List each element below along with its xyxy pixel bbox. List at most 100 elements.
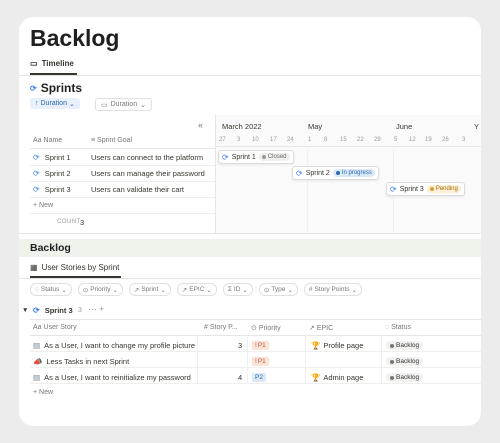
status-dot: [429, 187, 434, 191]
status-badge: Closed: [258, 153, 290, 161]
filter-label: Status: [40, 286, 60, 293]
column-divider: [247, 335, 248, 383]
column-priority-header[interactable]: ⊙ Priority: [251, 324, 281, 332]
arrow-up-icon: ↑: [35, 100, 39, 107]
group-count: 3: [78, 307, 82, 314]
story-row-3-epic[interactable]: 🏆 Admin page: [311, 373, 363, 382]
tick: 10: [252, 137, 259, 143]
tick: 12: [409, 137, 416, 143]
column-name-header[interactable]: Aa Name: [33, 137, 62, 144]
status-badge: Pending: [426, 185, 461, 193]
row-divider: [30, 383, 481, 384]
sprint-name: Sprint 1: [44, 153, 71, 162]
trophy-icon: 🏆: [311, 341, 321, 350]
story-row-2-priority[interactable]: ! P1: [252, 357, 269, 366]
page-title: Backlog: [30, 25, 120, 51]
story-row-1-status[interactable]: Backlog: [386, 341, 424, 350]
timeline-duration-label: Duration: [110, 101, 138, 108]
sprint-name: Sprint 3: [44, 185, 71, 194]
story-row-1-epic[interactable]: 🏆 Profile page: [311, 341, 363, 350]
story-row-3-priority[interactable]: P2: [252, 373, 266, 382]
plus-icon: +: [33, 389, 38, 396]
story-row-1-points[interactable]: 3: [238, 341, 242, 350]
column-goal-label: Sprint Goal: [97, 137, 133, 144]
filter-label: EPIC: [189, 286, 205, 293]
new-label: New: [39, 389, 54, 396]
chevron-down-icon: ⌄: [112, 286, 118, 294]
sprint-1-bar[interactable]: ⟳ Sprint 1 Closed: [218, 150, 294, 164]
group-name: Sprint 3: [44, 306, 73, 315]
text-type-icon: Aa: [33, 324, 42, 331]
section-divider: [19, 233, 481, 234]
hash-icon: #: [204, 324, 208, 331]
filter-priority[interactable]: ⊙ Priority ⌄: [77, 283, 123, 296]
sprint-cycle-icon: ⟳: [33, 153, 40, 162]
sprint-row-3-name[interactable]: ⟳ Sprint 3: [33, 185, 71, 194]
column-divider: [381, 335, 382, 383]
column-label: Status: [391, 324, 411, 331]
sprints-heading: ⟳ Sprints: [30, 81, 82, 95]
sprint-2-bar[interactable]: ⟳ Sprint 2 In progress: [292, 166, 379, 180]
filter-label: Priority: [90, 286, 111, 293]
sprint-3-bar[interactable]: ⟳ Sprint 3 Pending: [386, 182, 465, 196]
group-toggle-icon[interactable]: ▼: [22, 307, 28, 314]
filter-story-points[interactable]: # Story Points ⌄: [303, 283, 362, 296]
column-goal-header[interactable]: ≡ Sprint Goal: [91, 137, 132, 144]
tab-user-stories-by-sprint[interactable]: ▦ User Stories by Sprint: [30, 263, 119, 272]
status-text: Closed: [267, 154, 287, 160]
tick: 3: [237, 137, 241, 143]
column-status-header[interactable]: ◌ Status: [385, 324, 411, 331]
sprint-row-2-goal[interactable]: Users can manage their password: [91, 169, 205, 178]
story-row-1-priority[interactable]: ! P1: [252, 341, 269, 350]
column-label: User Story: [43, 324, 77, 331]
column-label: Priority: [258, 325, 281, 332]
column-user-story-header[interactable]: Aa User Story: [33, 324, 77, 331]
filter-bar: ◌ Status ⌄ ⊙ Priority ⌄ ↗ Sprint ⌄ ↗ EPIC ⌄ Σ ID ⌄…: [30, 283, 362, 296]
group-header-sprint-3[interactable]: ⟳ Sprint 3: [33, 306, 73, 315]
month-next: Y: [474, 122, 480, 131]
story-row-3-title[interactable]: ▤ As a User, I want to reinitialize my pa…: [33, 373, 191, 382]
sprint-row-1-goal[interactable]: Users can connect to the platform: [91, 153, 203, 162]
sprint-cycle-icon: ⟳: [33, 306, 40, 315]
filter-label: ID: [233, 286, 241, 293]
column-epic-header[interactable]: ↗ EPIC: [309, 324, 333, 332]
tick: 26: [442, 137, 449, 143]
group-add-icon[interactable]: +: [99, 304, 104, 314]
new-story-button[interactable]: + New: [33, 389, 53, 396]
sprint-row-1-name[interactable]: ⟳ Sprint 1: [33, 153, 71, 162]
chevron-down-icon: ⌄: [351, 286, 357, 294]
column-story-points-header[interactable]: # Story P...: [204, 324, 238, 331]
timeline-duration-pill[interactable]: ▭ Duration ⌄: [95, 98, 152, 111]
table-header-divider: [30, 148, 215, 149]
backlog-heading-band: [19, 239, 481, 257]
filter-id[interactable]: Σ ID ⌄: [222, 283, 253, 296]
story-row-2-title[interactable]: 📣 Less Tasks in next Sprint: [33, 357, 129, 366]
lines-icon: ≡: [91, 137, 96, 144]
new-sprint-button[interactable]: + New: [33, 202, 53, 209]
filter-status[interactable]: ◌ Status ⌄: [30, 283, 72, 296]
bar-label: Sprint 3: [399, 185, 424, 193]
sort-duration-pill[interactable]: ↑ Duration ⌄: [30, 98, 80, 109]
filter-sprint[interactable]: ↗ Sprint ⌄: [128, 283, 171, 296]
story-row-3-status[interactable]: Backlog: [386, 373, 424, 382]
tab-timeline[interactable]: ▭ Timeline: [30, 59, 74, 68]
filter-epic[interactable]: ↗ EPIC ⌄: [176, 283, 217, 296]
filter-type[interactable]: ⊙ Type ⌄: [258, 283, 298, 296]
sprint-row-2-name[interactable]: ⟳ Sprint 2: [33, 169, 71, 178]
story-row-3-points[interactable]: 4: [238, 373, 242, 382]
priority-text: P1: [257, 358, 266, 365]
row-divider: [30, 197, 215, 198]
story-row-2-status[interactable]: Backlog: [386, 357, 424, 366]
relation-icon: ↗: [309, 325, 315, 332]
text-type-icon: Aa: [33, 137, 42, 144]
tick: 5: [394, 137, 398, 143]
story-row-1-title[interactable]: ▤ As a User, I want to change my profile …: [33, 341, 195, 350]
page-icon: ▤: [33, 373, 41, 382]
column-name-label: Name: [43, 137, 63, 144]
filter-label: Type: [271, 286, 286, 293]
group-more-icon[interactable]: ⋯: [88, 304, 97, 315]
select-icon: ⊙: [263, 286, 270, 294]
collapse-table-button[interactable]: «: [198, 120, 203, 130]
sprint-row-3-goal[interactable]: Users can validate their cart: [91, 185, 184, 194]
tick: 1: [308, 137, 312, 143]
